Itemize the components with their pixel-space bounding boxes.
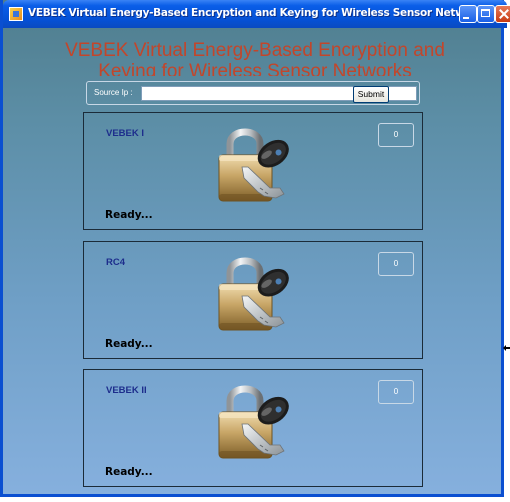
window-title: VEBEK Virtual Energy-Based Encryption an… (28, 7, 489, 19)
source-ip-label: Source Ip : (94, 88, 133, 97)
status-text: Ready... (105, 209, 153, 221)
maximize-button[interactable] (477, 5, 495, 23)
resize-cursor-icon (503, 345, 510, 351)
panel-title: RC4 (106, 257, 126, 268)
panel-vebek-2: VEBEK II 0 Ready... (83, 369, 423, 487)
packet-count-box: 0 (378, 380, 414, 404)
app-window: VEBEK Virtual Energy-Based Encryption an… (0, 0, 510, 497)
panel-title: VEBEK I (106, 128, 145, 139)
minimize-button[interactable] (459, 5, 477, 23)
panel-rc4: RC4 0 Ready... (83, 241, 423, 359)
panel-title: VEBEK II (106, 385, 147, 396)
close-button[interactable] (495, 5, 510, 23)
status-text: Ready... (105, 338, 153, 350)
heading-line-1: VEBEK Virtual Energy-Based Encryption an… (65, 40, 445, 61)
submit-button[interactable]: Submit (353, 86, 389, 103)
padlock-key-icon (208, 379, 304, 461)
packet-count-box: 0 (378, 123, 414, 147)
padlock-key-icon (208, 122, 304, 204)
title-bar[interactable]: VEBEK Virtual Energy-Based Encryption an… (3, 0, 510, 28)
page-heading: VEBEK Virtual Energy-Based Encryption an… (3, 40, 507, 76)
panel-vebek-1: VEBEK I 0 Ready... (83, 112, 423, 230)
padlock-key-icon (208, 251, 304, 333)
status-text: Ready... (105, 466, 153, 478)
heading-line-2: Keying for Wireless Sensor Networks (98, 61, 412, 76)
app-icon[interactable] (9, 7, 23, 21)
packet-count-box: 0 (378, 252, 414, 276)
